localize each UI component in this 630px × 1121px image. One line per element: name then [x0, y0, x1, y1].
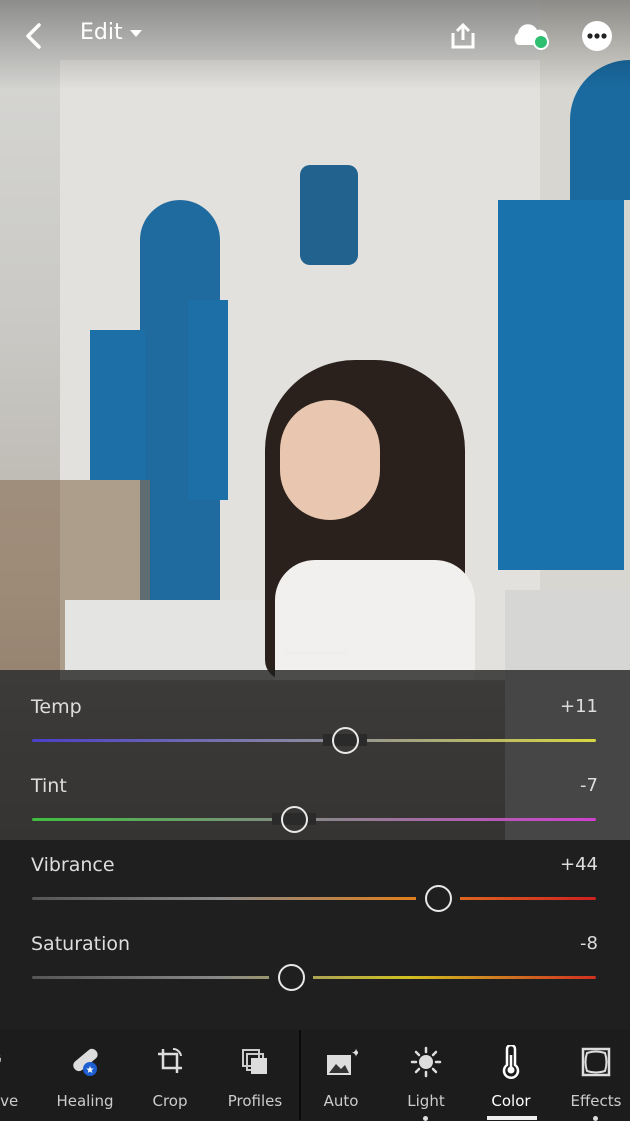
slider-label: Vibrance [31, 854, 115, 876]
active-tool-indicator [487, 1116, 537, 1120]
caret-down-icon [129, 29, 142, 37]
tool-healing[interactable]: ★ Healing [43, 1044, 127, 1110]
slider-tint: Tint -7 [0, 749, 630, 833]
tool-light[interactable]: Light [384, 1044, 468, 1110]
slider-value[interactable]: +11 [560, 696, 598, 717]
chevron-left-icon[interactable] [16, 18, 52, 54]
slider-vibrance: Vibrance +44 [0, 828, 630, 912]
tool-label: Light [407, 1092, 445, 1110]
woman-face [280, 400, 380, 520]
svg-text:✦: ✦ [351, 1046, 358, 1060]
tool-color[interactable]: Color [469, 1044, 553, 1110]
thermometer-icon [469, 1044, 553, 1080]
slider-value[interactable]: -7 [580, 775, 598, 796]
top-bar: Edit [0, 0, 630, 72]
color-panel: Temp +11 Tint -7 Vibrance +44 Saturation… [0, 670, 630, 1030]
sun-icon [384, 1044, 468, 1080]
effects-vignette-icon [554, 1044, 630, 1080]
slider-knob[interactable] [278, 964, 306, 991]
slider-saturation: Saturation -8 [0, 907, 630, 991]
tool-profiles[interactable]: Profiles [213, 1044, 297, 1110]
tool-label: Healing [56, 1092, 114, 1110]
effects-adjusted-dot [593, 1116, 598, 1121]
slider-track[interactable] [32, 739, 596, 742]
tool-label: Effects [570, 1092, 622, 1110]
crop-icon [128, 1044, 212, 1080]
blue-shutter [188, 300, 228, 500]
edit-title: Edit [80, 20, 123, 45]
tool-ctive[interactable]: ★ ctive [0, 1044, 42, 1110]
healing-bandage-icon: ★ [43, 1044, 127, 1080]
tool-crop[interactable]: Crop [128, 1044, 212, 1110]
slider-value[interactable]: -8 [580, 933, 598, 954]
tool-label: Auto [323, 1092, 359, 1110]
tool-label: Crop [152, 1092, 188, 1110]
bottom-toolbar: ★ ctive ★ Healing Crop Profiles ✦ Auto Light Colo… [0, 1030, 630, 1120]
panel-drag-handle[interactable] [284, 651, 348, 655]
slider-label: Tint [31, 775, 67, 797]
blue-shutter-large [498, 200, 624, 570]
auto-image-icon: ✦ [299, 1044, 383, 1080]
slider-track[interactable] [32, 976, 596, 979]
tool-label: Profiles [227, 1092, 283, 1110]
selective-icon: ★ [0, 1044, 42, 1080]
profiles-icon [213, 1044, 297, 1080]
share-icon[interactable] [445, 18, 481, 54]
light-adjusted-dot [423, 1116, 428, 1121]
blue-shutter [90, 330, 145, 480]
toolbar-divider [299, 1030, 301, 1120]
slider-track[interactable] [32, 897, 596, 900]
tool-label: ctive [0, 1092, 19, 1110]
tool-auto[interactable]: ✦ Auto [299, 1044, 383, 1110]
tool-label: Color [491, 1092, 531, 1110]
cloud-sync-icon[interactable] [508, 18, 552, 54]
edit-mode-dropdown[interactable]: Edit [80, 20, 143, 45]
slider-label: Saturation [31, 933, 131, 955]
more-horizontal-icon[interactable] [579, 18, 615, 54]
woman-dress [275, 560, 475, 680]
slider-value[interactable]: +44 [560, 854, 598, 875]
street-sign [300, 165, 358, 265]
slider-label: Temp [31, 696, 82, 718]
svg-text:★: ★ [86, 1065, 95, 1076]
tool-effects[interactable]: Effects [554, 1044, 630, 1110]
slider-temp: Temp +11 [0, 670, 630, 754]
